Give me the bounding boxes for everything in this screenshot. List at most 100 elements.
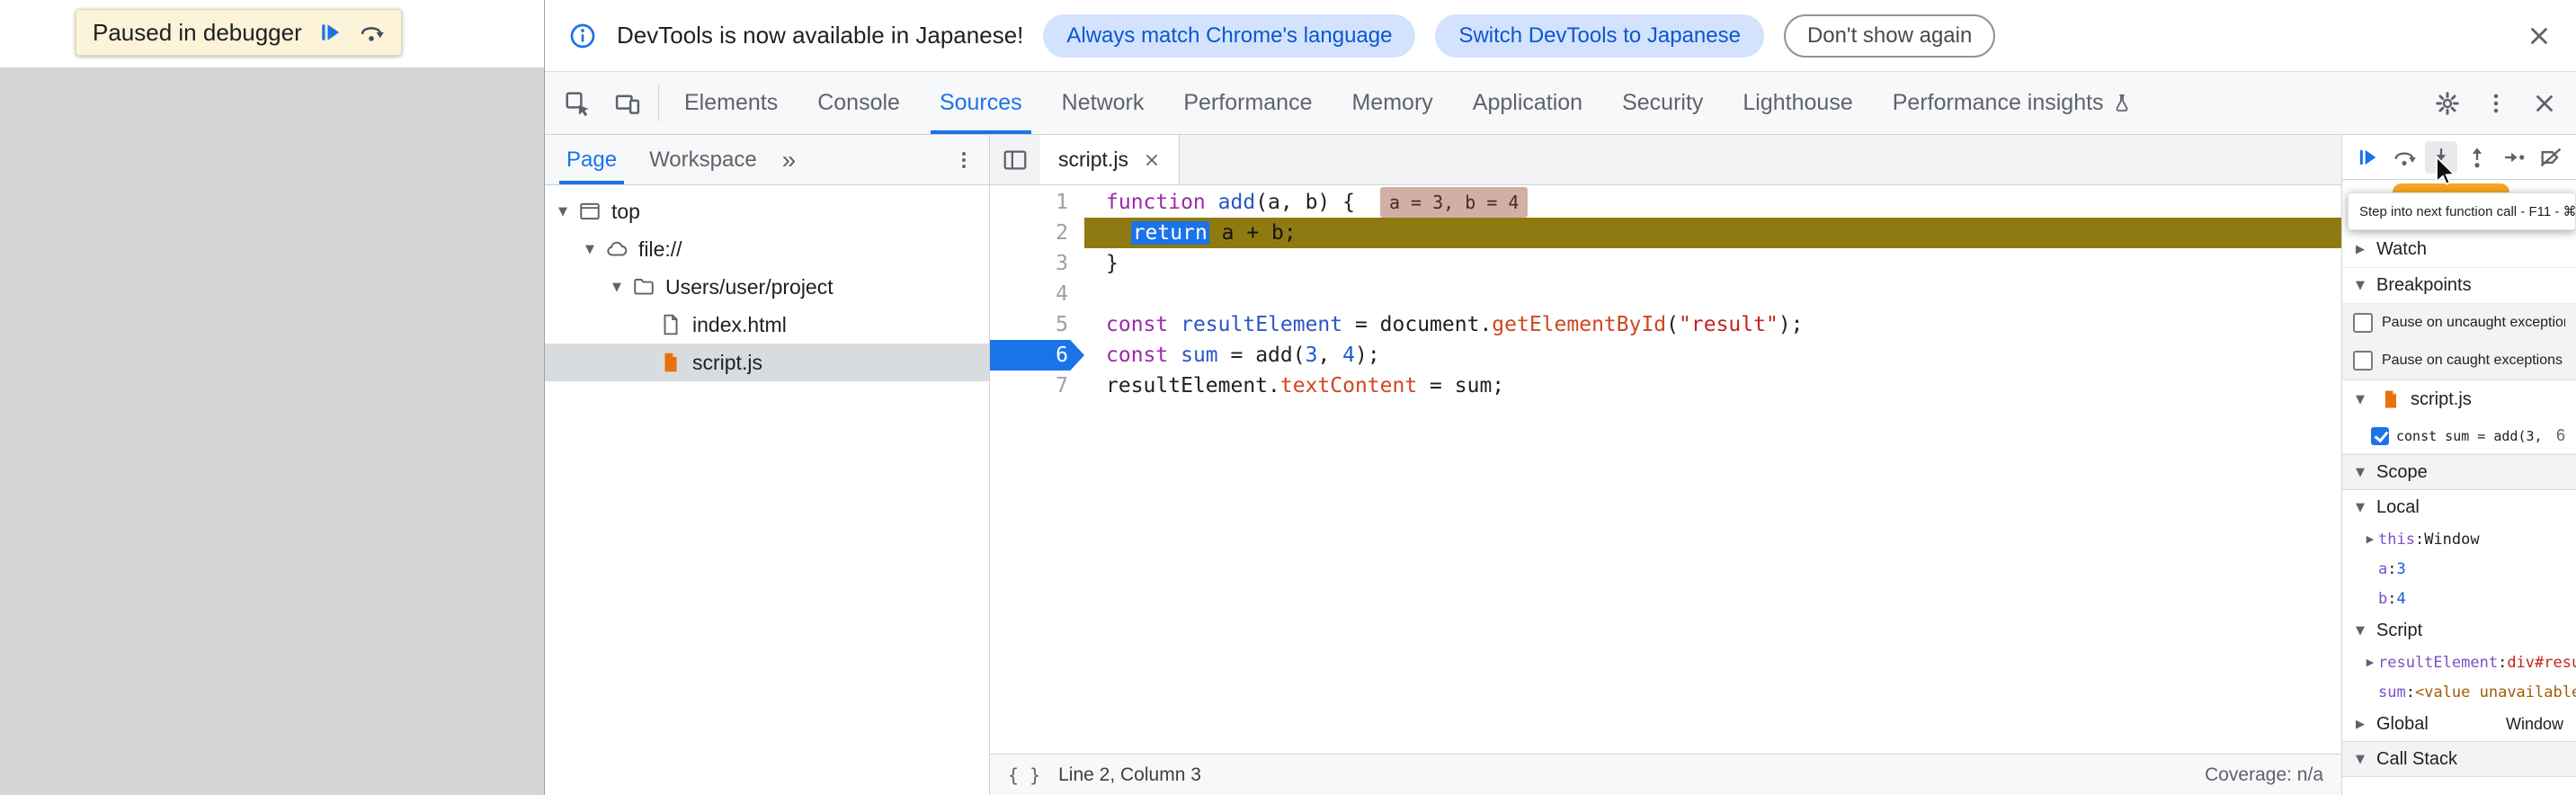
expand-arrow-icon bbox=[2349, 624, 2371, 638]
step-out-icon[interactable] bbox=[2461, 141, 2493, 174]
devtools-close-icon[interactable] bbox=[2520, 90, 2569, 117]
editor-tab-scriptjs[interactable]: script.js bbox=[1040, 135, 1180, 184]
code-text: resultElement.textContent = sum; bbox=[1084, 371, 2341, 401]
tab-overflow-icon[interactable]: » bbox=[773, 146, 806, 174]
tab-lighthouse[interactable]: Lighthouse bbox=[1723, 72, 1872, 134]
navigator-tab-page[interactable]: Page bbox=[550, 135, 633, 184]
exception-toggle-pause-on-uncaught-exceptions[interactable]: Pause on uncaught exceptions bbox=[2342, 304, 2576, 342]
code-line-6[interactable]: 6const sum = add(3, 4); bbox=[990, 340, 2341, 371]
scope-variable-this[interactable]: this: Window bbox=[2342, 524, 2576, 554]
expand-arrow-icon bbox=[2362, 533, 2378, 545]
navigator-tab-workspace[interactable]: Workspace bbox=[633, 135, 773, 184]
editor-pane: script.js 1function add(a, b) {a = 3, b … bbox=[990, 135, 2342, 795]
breakpoint-group-script-js[interactable]: script.js bbox=[2342, 380, 2576, 418]
device-toolbar-icon[interactable] bbox=[602, 72, 653, 134]
navigator-more-icon[interactable] bbox=[944, 148, 984, 172]
devtools-panel: DevTools is now available in Japanese! A… bbox=[544, 0, 2576, 795]
watch-section-header[interactable]: Watch bbox=[2342, 232, 2576, 268]
scope-variable-b[interactable]: b: 4 bbox=[2342, 584, 2576, 613]
breakpoint-entry[interactable]: const sum = add(3, 4);6 bbox=[2342, 418, 2576, 454]
pretty-print-icon[interactable]: { } bbox=[1008, 764, 1040, 786]
resume-icon[interactable] bbox=[2351, 141, 2384, 174]
line-number[interactable]: 7 bbox=[990, 371, 1084, 401]
scope-section-title: Script bbox=[2376, 621, 2422, 641]
variable-value: <value unavailable> bbox=[2415, 683, 2576, 701]
checkbox[interactable] bbox=[2353, 313, 2373, 333]
line-number[interactable]: 1 bbox=[990, 187, 1084, 218]
file-js-icon bbox=[2378, 389, 2403, 410]
inspect-icon[interactable] bbox=[552, 72, 602, 134]
call-stack-section-header[interactable]: Call Stack bbox=[2342, 741, 2576, 777]
code-line-5[interactable]: 5const resultElement = document.getEleme… bbox=[990, 309, 2341, 340]
tree-item-users-user-project[interactable]: Users/user/project bbox=[545, 268, 989, 306]
tab-sources[interactable]: Sources bbox=[920, 72, 1042, 134]
always-match-language-button[interactable]: Always match Chrome's language bbox=[1043, 14, 1415, 58]
dont-show-again-button[interactable]: Don't show again bbox=[1784, 14, 1995, 58]
paused-banner-label: Paused in debugger bbox=[93, 19, 302, 47]
code-line-1[interactable]: 1function add(a, b) {a = 3, b = 4 bbox=[990, 187, 2341, 218]
debugger-sidebar: Step into next function call - F11 - ⌘ ;… bbox=[2342, 135, 2576, 795]
breakpoints-section-label: Breakpoints bbox=[2376, 275, 2472, 296]
variable-value: 3 bbox=[2397, 560, 2406, 578]
inline-values-badge: a = 3, b = 4 bbox=[1380, 187, 1529, 218]
tab-elements[interactable]: Elements bbox=[664, 72, 798, 134]
code-line-4[interactable]: 4 bbox=[990, 279, 2341, 309]
scope-section-preview: Window bbox=[2506, 715, 2569, 734]
tree-item-label: top bbox=[611, 200, 640, 224]
tab-close-icon[interactable] bbox=[1143, 151, 1161, 169]
tab-memory[interactable]: Memory bbox=[1332, 72, 1452, 134]
line-number[interactable]: 5 bbox=[990, 309, 1084, 340]
scope-variable-resultelement[interactable]: resultElement: div#result bbox=[2342, 648, 2576, 677]
paused-in-debugger-banner: Paused in debugger bbox=[76, 9, 402, 56]
scope-section-script[interactable]: Script bbox=[2342, 613, 2576, 648]
infobar-close-icon[interactable] bbox=[2526, 22, 2553, 49]
line-number[interactable]: 4 bbox=[990, 279, 1084, 309]
breakpoint-marker[interactable]: 6 bbox=[990, 340, 1084, 371]
step-over-icon[interactable] bbox=[358, 19, 385, 46]
scope-list: Local this: Windowa: 3b: 4 Script resultEle… bbox=[2342, 490, 2576, 741]
expand-arrow-icon bbox=[579, 243, 601, 256]
tree-item-top[interactable]: top bbox=[545, 192, 989, 230]
tab-performance[interactable]: Performance bbox=[1163, 72, 1332, 134]
tree-item-label: file:// bbox=[638, 237, 682, 262]
tree-item-script-js[interactable]: script.js bbox=[545, 344, 989, 381]
flask-icon bbox=[2111, 93, 2133, 114]
navigator-pane: Page Workspace » top file:// Users/user/pr… bbox=[545, 135, 990, 795]
step-over-icon[interactable] bbox=[2388, 141, 2420, 174]
tab-performance-insights[interactable]: Performance insights bbox=[1873, 72, 2153, 134]
code-editor[interactable]: 1function add(a, b) {a = 3, b = 42 retur… bbox=[990, 185, 2341, 754]
more-options-icon[interactable] bbox=[2472, 90, 2520, 117]
checkbox[interactable] bbox=[2371, 427, 2389, 445]
tab-network[interactable]: Network bbox=[1042, 72, 1164, 134]
scope-section-local[interactable]: Local bbox=[2342, 490, 2576, 524]
checkbox[interactable] bbox=[2353, 351, 2373, 371]
scope-section-header[interactable]: Scope bbox=[2342, 454, 2576, 490]
code-line-2[interactable]: 2 return a + b; bbox=[990, 218, 2341, 248]
tab-application[interactable]: Application bbox=[1453, 72, 1602, 134]
exception-toggle-pause-on-caught-exceptions[interactable]: Pause on caught exceptions bbox=[2342, 342, 2576, 380]
expand-arrow-icon bbox=[2349, 718, 2371, 731]
switch-to-japanese-button[interactable]: Switch DevTools to Japanese bbox=[1435, 14, 1764, 58]
code-line-7[interactable]: 7resultElement.textContent = sum; bbox=[990, 371, 2341, 401]
toggle-navigator-icon[interactable] bbox=[990, 135, 1040, 184]
deactivate-breakpoints-icon[interactable] bbox=[2535, 141, 2567, 174]
tab-label: Lighthouse bbox=[1743, 90, 1852, 116]
sources-panel: Page Workspace » top file:// Users/user/pr… bbox=[545, 135, 2576, 795]
line-number[interactable]: 2 bbox=[990, 218, 1084, 248]
settings-gear-icon[interactable] bbox=[2423, 90, 2472, 117]
breakpoints-section-header[interactable]: Breakpoints bbox=[2342, 268, 2576, 304]
scope-section-global[interactable]: GlobalWindow bbox=[2342, 707, 2576, 741]
tab-console[interactable]: Console bbox=[798, 72, 920, 134]
line-number[interactable]: 3 bbox=[990, 248, 1084, 279]
scope-variable-sum[interactable]: sum: <value unavailable> bbox=[2342, 677, 2576, 707]
scope-variable-a[interactable]: a: 3 bbox=[2342, 554, 2576, 584]
resume-icon[interactable] bbox=[316, 19, 343, 46]
tab-security[interactable]: Security bbox=[1602, 72, 1723, 134]
step-icon[interactable] bbox=[2498, 141, 2530, 174]
tree-item-index-html[interactable]: index.html bbox=[545, 306, 989, 344]
tree-item-file[interactable]: file:// bbox=[545, 230, 989, 268]
scope-section-title: Local bbox=[2376, 497, 2420, 518]
code-line-3[interactable]: 3} bbox=[990, 248, 2341, 279]
panel-tabs: ElementsConsoleSourcesNetworkPerformance… bbox=[664, 72, 2153, 134]
watch-section-label: Watch bbox=[2376, 239, 2427, 260]
